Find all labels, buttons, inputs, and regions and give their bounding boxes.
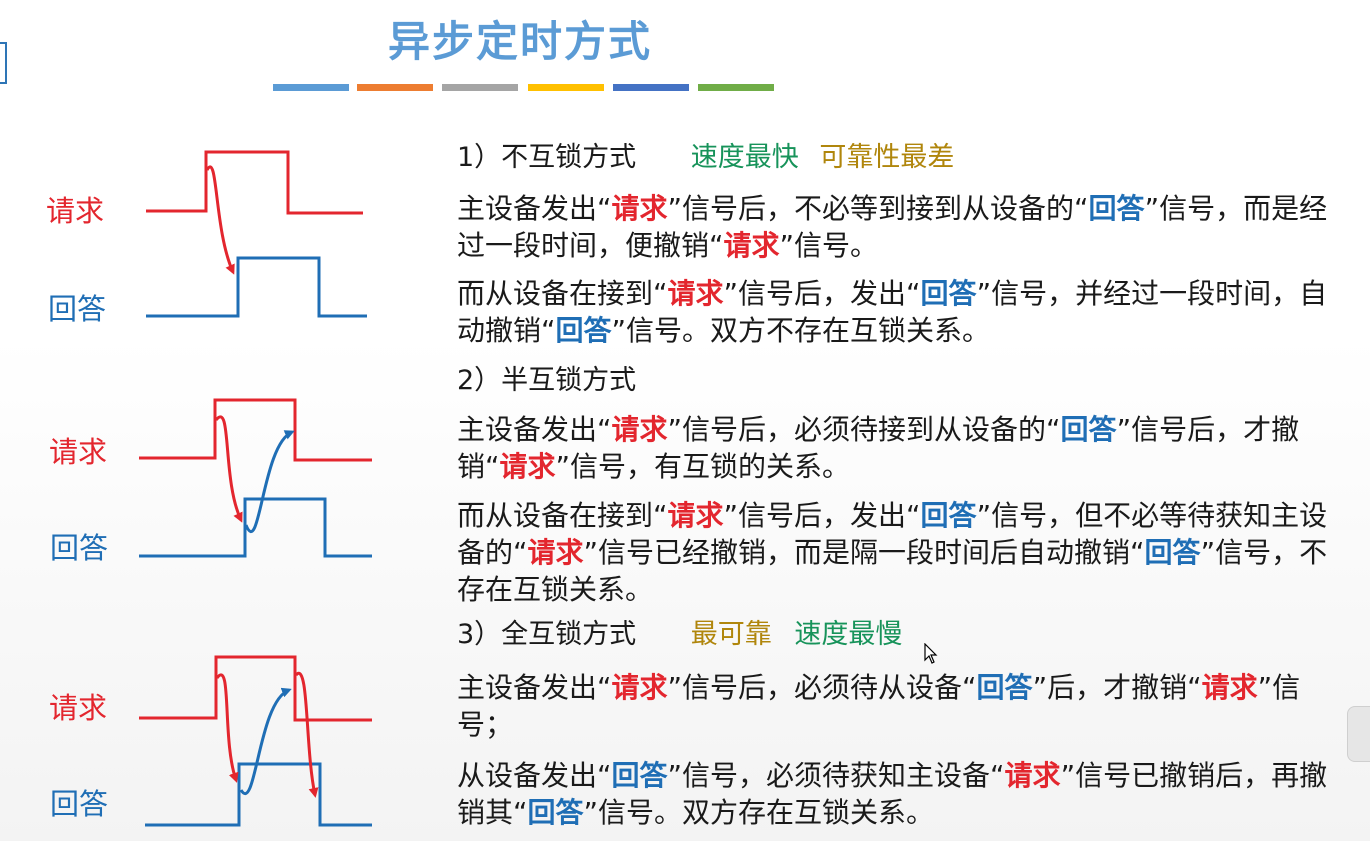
paragraph-text: ”信号。 [779,229,879,262]
section1-tag-reliability: 可靠性最差 [819,142,955,173]
keyword-reply: 回答 [611,759,668,792]
diagram3-request-arrow [215,673,239,783]
stripe [698,84,774,91]
keyword-request: 请求 [499,450,556,483]
paragraph-text: 而从设备在接到“ [457,499,668,532]
paragraph-text: 从设备发出“ [457,759,612,792]
stripe [528,84,604,91]
mouse-cursor-icon [924,643,938,664]
keyword-reply: 回答 [1060,413,1117,446]
diagram1-reply-waveform [146,256,367,318]
keyword-reply: 回答 [920,277,977,310]
keyword-reply: 回答 [555,314,612,347]
section2-paragraph1: 主设备发出“请求”信号后，必须待接到从设备的“回答”信号后，才撤销“请求”信号，… [457,411,1347,485]
section3-paragraph1: 主设备发出“请求”信号后，必须待从设备“回答”后，才撤销“请求”信号； [457,669,1347,743]
diagram3-full-interlocked [139,655,372,827]
keyword-request: 请求 [667,499,724,532]
diagram2-request-arrow [214,415,243,523]
keyword-request: 请求 [1004,759,1061,792]
section3-tag-reliability: 最可靠 [690,619,772,650]
keyword-reply: 回答 [1088,192,1145,225]
keyword-request: 请求 [611,671,668,704]
paragraph-text: 主设备发出“ [457,413,612,446]
timing-diagrams [139,150,372,827]
diagram3-reply-arrow [239,687,292,795]
diagram1-non-interlocked [146,150,367,318]
paragraph-text: ”信号后，必须待从设备“ [667,671,977,704]
paragraph-text: ”信号后，不必等到接到从设备的“ [667,192,1089,225]
paragraph-text: ”后，才撤销“ [1032,671,1202,704]
diagram1-request-arrow [205,165,235,275]
section3-tag-speed: 速度最慢 [794,619,903,650]
section1-paragraph2: 而从设备在接到“请求”信号后，发出“回答”信号，并经过一段时间，自动撤销“回答”… [457,275,1347,349]
section3-paragraph2: 从设备发出“回答”信号，必须待获知主设备“请求”信号已撤销后，再撤销其“回答”信… [457,757,1347,831]
section2-paragraph2: 而从设备在接到“请求”信号后，发出“回答”信号，但不必等待获知主设备的“请求”信… [457,497,1347,608]
section1-heading-row: 1）不互锁方式 速度最快 可靠性最差 [457,140,954,176]
paragraph-text: 而从设备在接到“ [457,277,668,310]
paragraph-text: 主设备发出“ [457,192,612,225]
stripe [442,84,518,91]
section3-heading: 3）全互锁方式 [457,619,637,650]
diagram1-request-waveform [146,150,363,215]
section2-heading-row: 2）半互锁方式 [457,363,636,399]
section2-heading: 2）半互锁方式 [457,365,637,396]
paragraph-text: ”信号后，发出“ [723,499,921,532]
diagram3-request-waveform [139,655,372,722]
keyword-reply: 回答 [1144,536,1201,569]
stripe [613,84,689,91]
section3-heading-row: 3）全互锁方式 最可靠 速度最慢 [457,617,902,653]
keyword-request: 请求 [723,229,780,262]
paragraph-text: ”信号。双方存在互锁关系。 [583,796,935,829]
paragraph-text: ”信号后，发出“ [723,277,921,310]
diagram2-half-interlocked [139,398,372,558]
keyword-reply: 回答 [527,796,584,829]
keyword-request: 请求 [611,413,668,446]
keyword-request: 请求 [611,192,668,225]
keyword-reply: 回答 [920,499,977,532]
paragraph-text: ”信号，必须待获知主设备“ [667,759,1005,792]
keyword-request: 请求 [1201,671,1258,704]
section1-tag-speed: 速度最快 [690,142,799,173]
side-scroll-handle[interactable] [1347,706,1370,762]
diagram2-request-waveform [139,398,372,462]
diagram3-reply-waveform [145,762,372,827]
section1-paragraph1: 主设备发出“请求”信号后，不必等到接到从设备的“回答”信号，而是经过一段时间，便… [457,190,1347,264]
diagram3-request-release-arrow [294,671,319,798]
paragraph-text: ”信号。双方不存在互锁关系。 [611,314,991,347]
paragraph-text: ”信号，有互锁的关系。 [555,450,851,483]
diagram2-reply-arrow [244,430,295,534]
keyword-reply: 回答 [976,671,1033,704]
paragraph-text: 主设备发出“ [457,671,612,704]
paragraph-text: ”信号已经撤销，而是隔一段时间后自动撤销“ [583,536,1145,569]
keyword-request: 请求 [527,536,584,569]
section1-heading: 1）不互锁方式 [457,142,637,173]
keyword-request: 请求 [667,277,724,310]
paragraph-text: ”信号后，必须待接到从设备的“ [667,413,1061,446]
